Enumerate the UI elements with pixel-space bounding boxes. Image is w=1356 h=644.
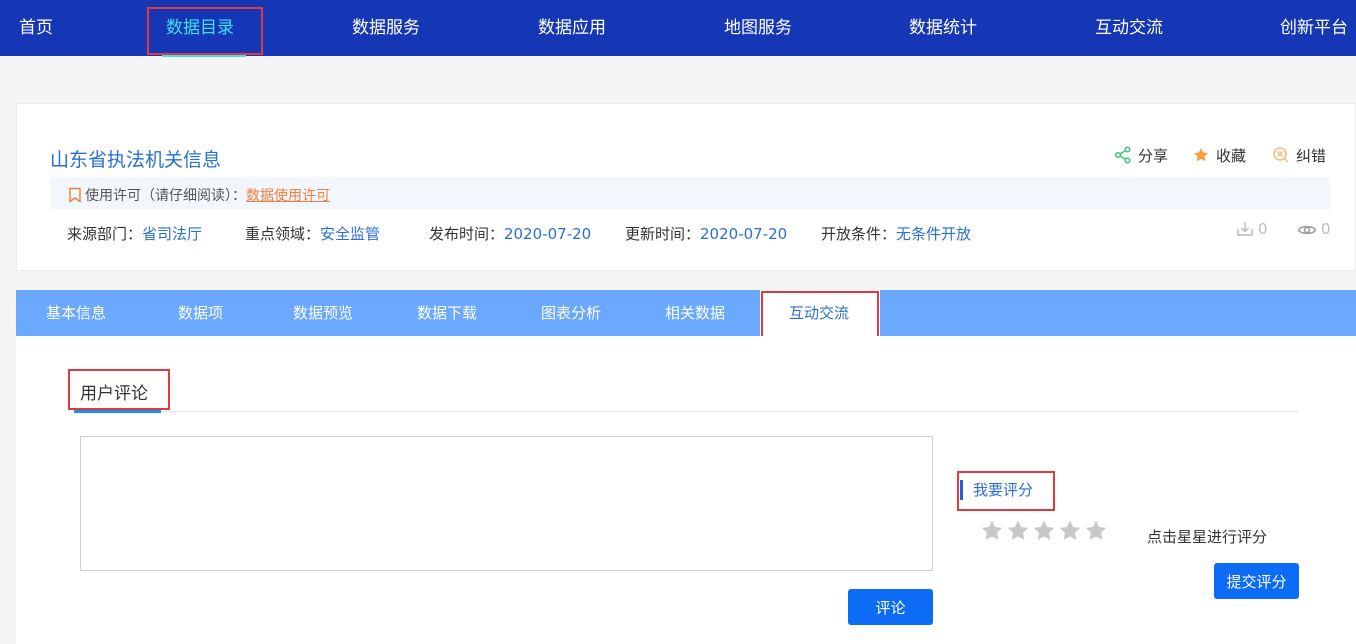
rating-hint: 点击星星进行评分 [1147,528,1268,546]
view-count: 0 [1297,220,1331,238]
highlight-box-tab [761,291,879,338]
star-icon [1193,147,1209,162]
section-divider [74,411,1299,412]
tab-data-items[interactable]: 数据项 [178,290,223,336]
section-active-underline [74,410,161,413]
nav-map-services[interactable]: 地图服务 [724,0,792,56]
rating-stars [980,519,1108,543]
rating-star-1[interactable] [980,519,1004,543]
share-icon [1114,146,1131,164]
nav-data-statistics[interactable]: 数据统计 [909,0,977,56]
meta-open-label: 开放条件： [821,225,897,243]
favorite-button[interactable]: 收藏 [1192,144,1246,166]
tab-related-data[interactable]: 相关数据 [665,290,725,336]
share-label: 分享 [1138,146,1169,165]
highlight-box-rating [957,471,1055,511]
report-error-label: 纠错 [1296,146,1327,165]
meta-updated-label: 更新时间： [625,225,701,243]
meta-source: 来源部门：省司法厅 [67,223,202,244]
download-icon [1237,222,1253,236]
submit-rating-button[interactable]: 提交评分 [1214,563,1299,599]
comment-input[interactable] [80,436,933,571]
meta-domain: 重点领域：安全监管 [245,223,380,244]
license-notice: 使用许可（请仔细阅读）： 数据使用许可 [68,185,330,205]
meta-published: 发布时间：2020-07-20 [429,223,591,244]
nav-data-apps[interactable]: 数据应用 [538,0,606,56]
meta-open-value: 无条件开放 [896,225,972,243]
meta-domain-label: 重点领域： [245,225,321,243]
rating-star-3[interactable] [1032,519,1056,543]
nav-data-services[interactable]: 数据服务 [352,0,420,56]
nav-innovation-platform[interactable]: 创新平台 [1280,0,1348,56]
eye-icon [1297,225,1317,235]
rating-star-4[interactable] [1058,519,1082,543]
meta-published-label: 发布时间： [429,225,505,243]
error-report-icon [1273,147,1289,163]
meta-published-value: 2020-07-20 [504,225,592,243]
download-count: 0 [1236,220,1268,238]
meta-updated: 更新时间：2020-07-20 [625,223,787,244]
license-label: 使用许可（请仔细阅读）： [85,188,246,204]
highlight-box-nav [147,7,263,55]
bookmark-icon [69,187,81,203]
tab-data-preview[interactable]: 数据预览 [293,290,353,336]
submit-comment-button[interactable]: 评论 [848,589,933,625]
meta-source-label: 来源部门： [67,225,143,243]
nav-home[interactable]: 首页 [19,0,53,56]
nav-interaction[interactable]: 互动交流 [1095,0,1163,56]
tab-basic-info[interactable]: 基本信息 [46,290,106,336]
dataset-title: 山东省执法机关信息 [50,149,222,171]
rating-star-5[interactable] [1084,519,1108,543]
highlight-box-comments [68,369,170,410]
license-link[interactable]: 数据使用许可 [246,185,330,205]
meta-source-value[interactable]: 省司法厅 [142,225,202,243]
report-error-button[interactable]: 纠错 [1272,144,1326,166]
rating-star-2[interactable] [1006,519,1030,543]
favorite-label: 收藏 [1216,146,1247,165]
tab-data-download[interactable]: 数据下载 [417,290,477,336]
share-button[interactable]: 分享 [1114,144,1168,166]
meta-domain-value[interactable]: 安全监管 [320,225,380,243]
download-count-value: 0 [1258,220,1268,238]
view-count-value: 0 [1321,220,1331,238]
tab-chart-analysis[interactable]: 图表分析 [541,290,601,336]
meta-updated-value: 2020-07-20 [700,225,788,243]
meta-open-condition: 开放条件：无条件开放 [821,223,971,244]
